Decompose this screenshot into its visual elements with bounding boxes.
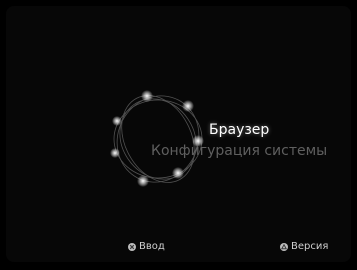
cross-button-icon	[128, 242, 136, 251]
version-button[interactable]: Версия	[280, 241, 328, 252]
ps2-browser-screen: Браузер Конфигурация системы Ввод Версия	[0, 0, 357, 270]
orb-light	[141, 90, 153, 102]
orb-animation	[110, 90, 204, 187]
triangle-button-icon	[280, 242, 288, 251]
orb-lights	[110, 90, 204, 187]
orb-light	[110, 148, 120, 158]
enter-button-label: Ввод	[139, 241, 165, 252]
menu-item-system-configuration[interactable]: Конфигурация системы	[151, 143, 327, 159]
orb-light	[112, 116, 122, 126]
version-button-label: Версия	[291, 241, 329, 252]
menu-item-browser[interactable]: Браузер	[209, 122, 269, 138]
orb-light	[172, 167, 184, 179]
orb-light	[137, 175, 149, 187]
enter-button[interactable]: Ввод	[128, 241, 165, 252]
orb-light	[182, 100, 194, 112]
